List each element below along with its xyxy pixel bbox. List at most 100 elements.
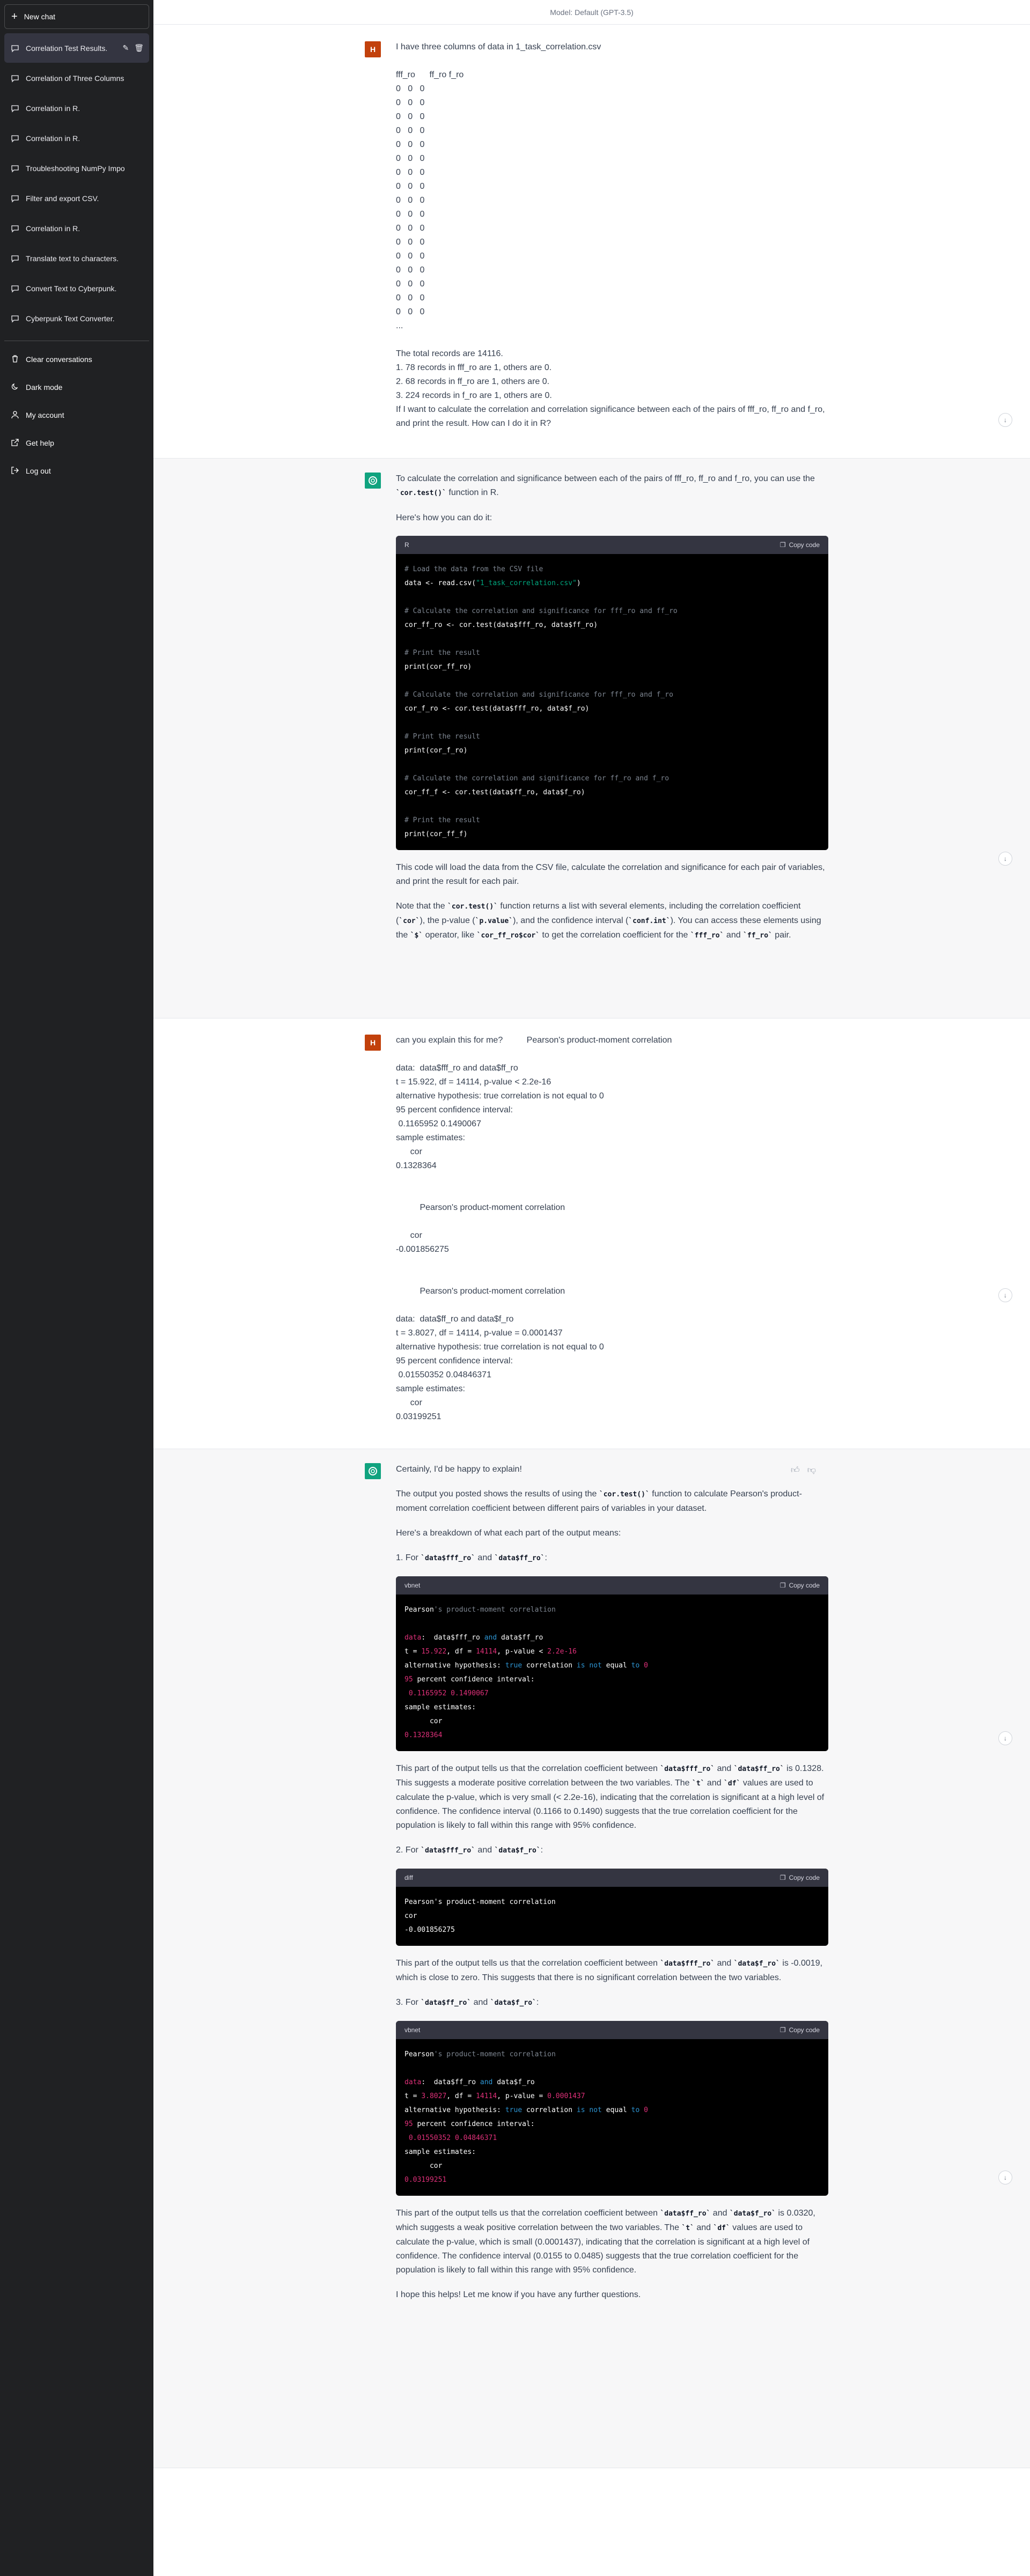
inline-code: `data$fff_ro`	[421, 1554, 475, 1562]
trash-icon[interactable]: 🗑︎	[134, 43, 144, 53]
code-line: Pearson's product-moment correlation	[404, 2048, 820, 2062]
scroll-down-icon[interactable]: ↓	[998, 2171, 1012, 2184]
text: The output you posted shows the results …	[396, 1489, 599, 1499]
assistant-message: 👍︎ 👎︎ Certainly, I'd be happy to explain…	[153, 1449, 1030, 2468]
code-token: Pearson's product-moment correlation	[404, 1898, 556, 1906]
user-avatar: H	[365, 1035, 381, 1051]
new-chat-label: New chat	[24, 12, 56, 21]
sidebar-conversation-item[interactable]: Cyberpunk Text Converter.	[4, 304, 149, 333]
code-block: R ❐ Copy code # Load the data from the CS…	[396, 536, 828, 850]
user-message: H I have three columns of data in 1_task…	[153, 25, 1030, 459]
code-line: data: data$ff_ro and data$f_ro	[404, 2076, 820, 2090]
code-token: t =	[404, 2092, 422, 2100]
conversation-title: Translate text to characters.	[26, 254, 119, 263]
log-out-button[interactable]: Log out	[4, 457, 149, 485]
code-line: Pearson's product-moment correlation	[404, 1895, 820, 1909]
copy-label: Copy code	[789, 541, 820, 549]
code-content: Pearson's product-moment correlation cor -…	[396, 1887, 828, 1946]
code-token: is	[576, 2106, 585, 2114]
code-token: data$ff_ro	[497, 1634, 543, 1642]
openai-logo-icon	[369, 476, 377, 485]
text: :	[540, 1846, 543, 1855]
copy-code-button[interactable]: ❐ Copy code	[780, 538, 820, 552]
inline-code: `ff_ro`	[743, 932, 772, 940]
code-token: 0.03199251	[404, 2176, 447, 2184]
assistant-avatar	[365, 1463, 381, 1479]
my-account-button[interactable]: My account	[4, 401, 149, 429]
inline-code: `data$f_ro`	[733, 1960, 780, 1968]
text: 1. For	[396, 1553, 421, 1562]
sidebar-conversation-item[interactable]: Correlation in R.	[4, 213, 149, 243]
code-token: equal	[601, 1662, 631, 1670]
code-line: sample estimates:	[404, 2145, 820, 2159]
text: function in R.	[446, 488, 499, 497]
sidebar-conversation-item[interactable]: Troubleshooting NumPy Impo	[4, 153, 149, 183]
code-line	[404, 591, 820, 604]
code-line: cor	[404, 2159, 820, 2173]
sidebar-conversation-item[interactable]: Correlation of Three Columns	[4, 63, 149, 93]
dark-mode-button[interactable]: Dark mode	[4, 373, 149, 401]
model-label: Model: Default (GPT-3.5)	[550, 8, 634, 17]
conversation-title: Correlation in R.	[26, 134, 80, 143]
scroll-down-icon[interactable]: ↓	[998, 852, 1012, 866]
inline-code: `data$f_ro`	[490, 1999, 536, 2007]
sidebar: + New chat Correlation Test Results. ✎ 🗑︎ C…	[0, 0, 153, 2576]
sidebar-conversation-item[interactable]: Convert Text to Cyberpunk.	[4, 274, 149, 303]
conversation-title: Cyberpunk Text Converter.	[26, 314, 115, 323]
sidebar-conversation-item[interactable]: Correlation in R.	[4, 93, 149, 123]
inline-code: `data$fff_ro`	[660, 1960, 715, 1968]
scroll-down-icon[interactable]: ↓	[998, 1288, 1012, 1302]
text: 2. For	[396, 1846, 421, 1855]
scroll-down-icon[interactable]: ↓	[998, 413, 1012, 427]
code-header: diff ❐ Copy code	[396, 1869, 828, 1887]
code-line	[404, 1617, 820, 1631]
clear-conversations-button[interactable]: Clear conversations	[4, 345, 149, 373]
code-token: 0.1328364	[404, 1731, 443, 1739]
openai-logo-icon	[369, 1467, 377, 1475]
menu-label: Get help	[26, 439, 54, 447]
code-token: data$f_ro	[492, 2078, 535, 2086]
sidebar-conversation-item[interactable]: Correlation in R.	[4, 123, 149, 153]
code-token: 0.1490067	[451, 1689, 489, 1697]
edit-icon[interactable]: ✎	[122, 43, 129, 53]
copy-label: Copy code	[789, 1874, 820, 1881]
paragraph: Here's how you can do it:	[396, 513, 492, 522]
code-token: not	[589, 2106, 602, 2114]
code-token: correlation	[522, 2106, 577, 2114]
get-help-button[interactable]: Get help	[4, 429, 149, 457]
external-link-icon	[11, 438, 19, 448]
sidebar-conversation-item[interactable]: Translate text to characters.	[4, 243, 149, 273]
code-token: 14114	[476, 2092, 497, 2100]
code-token: : data$fff_ro	[421, 1634, 484, 1642]
code-token: 15.922	[421, 1648, 447, 1656]
inline-code: `df`	[724, 1780, 741, 1788]
paragraph: I hope this helps! Let me know if you ha…	[396, 2290, 641, 2299]
code-comment: # Print the result	[404, 816, 480, 824]
code-line: # Calculate the correlation and signific…	[404, 772, 820, 786]
text: This part of the output tells us that th…	[396, 1959, 660, 1968]
sidebar-conversation-item[interactable]: Filter and export CSV.	[4, 183, 149, 213]
code-line: print(cor_f_ro)	[404, 744, 820, 758]
code-token: -0.001856275	[404, 1926, 455, 1934]
paragraph: The output you posted shows the results …	[396, 1487, 828, 1516]
scroll-down-icon[interactable]: ↓	[998, 1731, 1012, 1745]
new-chat-button[interactable]: + New chat	[4, 4, 149, 29]
copy-label: Copy code	[789, 1582, 820, 1589]
clipboard-icon: ❐	[779, 2026, 786, 2034]
code-token: to	[631, 1662, 640, 1670]
clipboard-icon: ❐	[779, 541, 786, 549]
copy-code-button[interactable]: ❐ Copy code	[780, 1871, 820, 1885]
sidebar-conversation-item[interactable]: Correlation Test Results. ✎ 🗑︎	[4, 33, 149, 63]
code-string: "1_task_correlation.csv"	[476, 579, 577, 587]
code-line: cor_ff_ro <- cor.test(data$fff_ro, data$…	[404, 618, 820, 632]
copy-code-button[interactable]: ❐ Copy code	[780, 2023, 820, 2037]
code-line: data: data$fff_ro and data$ff_ro	[404, 1631, 820, 1645]
code-line: 0.1165952 0.1490067	[404, 1687, 820, 1701]
code-comment: # Calculate the correlation and signific…	[404, 607, 678, 615]
copy-code-button[interactable]: ❐ Copy code	[780, 1578, 820, 1592]
assistant-message-body: To calculate the correlation and signifi…	[396, 472, 828, 954]
